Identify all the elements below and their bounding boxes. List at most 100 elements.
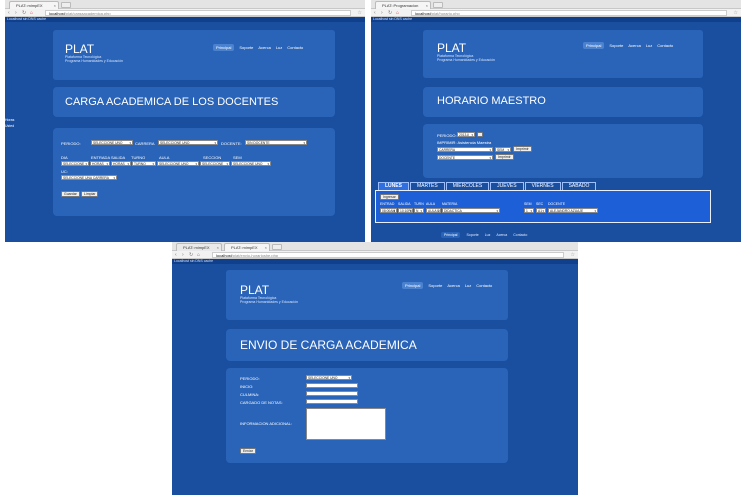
imprimir-label: IMPRIMIR: Asistencia Maestra: [437, 140, 492, 145]
nav-contacto[interactable]: Contacto: [657, 43, 673, 48]
sem-select[interactable]: SELECCIONE UNO: [231, 161, 271, 166]
new-tab-button[interactable]: [61, 2, 71, 8]
enviar-button[interactable]: Enviar: [240, 448, 256, 454]
browser-tab[interactable]: PLAT::mimpEX ×: [9, 1, 59, 9]
nav-acerca[interactable]: Acerca: [447, 283, 459, 288]
browser-tab[interactable]: PLAT::mimpEX ×: [224, 243, 270, 251]
forward-icon[interactable]: ›: [182, 252, 184, 258]
docente-select[interactable]: DOCENTE: [437, 155, 493, 160]
bookmark-star-icon[interactable]: ☆: [571, 252, 575, 258]
home-icon[interactable]: ⌂: [396, 10, 399, 16]
aula-select[interactable]: AULA D: [426, 208, 441, 213]
inicio-field[interactable]: [306, 383, 358, 388]
nav-luz[interactable]: Luz: [646, 43, 652, 48]
turno-select[interactable]: N: [414, 208, 424, 213]
forward-icon[interactable]: ›: [15, 10, 17, 16]
docente-select[interactable]: ALEJANDRO AZUAJE: [548, 208, 598, 213]
col-header: SEM: [524, 202, 532, 206]
footer-nav-luz[interactable]: Luz: [485, 233, 491, 237]
periodo-select[interactable]: SELECCIONE UNO: [91, 140, 133, 145]
col-header-aula: AULA: [159, 155, 170, 160]
nav-principal[interactable]: Principal: [583, 42, 605, 49]
reload-icon[interactable]: ↻: [189, 252, 193, 258]
url-field[interactable]: localhost/plat/cargaacademica.php: [45, 10, 351, 16]
entrada-select[interactable]: 08:00AM: [380, 208, 397, 213]
nav-principal[interactable]: Principal: [402, 282, 424, 289]
close-tab-icon[interactable]: ×: [265, 244, 267, 251]
limpiar-button[interactable]: Limpiar: [81, 191, 99, 197]
docente-select[interactable]: SIN DOCENTE: [245, 140, 307, 145]
url-host: localhost: [216, 253, 232, 258]
aula-select[interactable]: SELECCIONE UNO: [157, 161, 199, 166]
sec-select[interactable]: A1: [536, 208, 546, 213]
salida-select[interactable]: 10:10PM: [398, 208, 413, 213]
nav-luz[interactable]: Luz: [465, 283, 471, 288]
nav-principal[interactable]: Principal: [213, 44, 235, 51]
guardar-button[interactable]: Guardar: [61, 191, 80, 197]
tab-label: PLAT::mimpEX: [16, 3, 43, 8]
entrada-select[interactable]: HORAS: [90, 161, 110, 166]
uc-select[interactable]: SELECCIONE UNA CARRERA: [61, 175, 117, 180]
seccion-select[interactable]: SELECCIONE: [200, 161, 230, 166]
new-tab-button[interactable]: [272, 244, 282, 250]
bookmark-star-icon[interactable]: ☆: [734, 10, 738, 16]
new-tab-button[interactable]: [433, 2, 443, 8]
materia-select[interactable]: DIDACTICA: [442, 208, 500, 213]
browser-tab[interactable]: PLAT::Programacion ×: [375, 1, 431, 9]
nav-acerca[interactable]: Acerca: [628, 43, 640, 48]
nav-soporte[interactable]: Soporte: [609, 43, 623, 48]
periodo-select[interactable]: SELECCIONE UNO: [306, 375, 352, 380]
nav-luz[interactable]: Luz: [276, 45, 282, 50]
back-icon[interactable]: ‹: [8, 10, 10, 16]
brand-title: PLAT: [240, 283, 270, 297]
form-panel: PERIODO: 2013-II IMPRIMIR: Asistencia Ma…: [423, 124, 703, 178]
nav-soporte[interactable]: Soporte: [428, 283, 442, 288]
url-field[interactable]: localhost/plat/envio-horarioshe.php: [212, 252, 564, 258]
col-header-turno: TURNO: [131, 155, 146, 160]
imprimir-docente-button[interactable]: Imprimir: [495, 154, 514, 160]
carrera-select[interactable]: CARRERA: [437, 147, 493, 152]
salida-select[interactable]: HORAS: [111, 161, 131, 166]
brand-title: PLAT: [437, 41, 467, 55]
imprimir-carrera-button[interactable]: Imprimir: [513, 146, 532, 152]
footer-nav-soporte[interactable]: Soporte: [466, 233, 478, 237]
close-tab-icon[interactable]: ×: [426, 2, 428, 9]
browser-tab[interactable]: PLAT::mimpEX ×: [176, 243, 222, 251]
periodo-select[interactable]: 2013-II: [457, 132, 475, 137]
bookmark-star-icon[interactable]: ☆: [358, 10, 362, 16]
home-icon[interactable]: ⌂: [30, 10, 33, 16]
home-icon[interactable]: ⌂: [197, 252, 200, 258]
dia-select[interactable]: SELECCIONE: [61, 161, 89, 166]
sem-select[interactable]: 1: [524, 208, 534, 213]
close-tab-icon[interactable]: ×: [54, 2, 56, 9]
url-field[interactable]: localhost/plat/horario.php: [411, 10, 727, 16]
reload-icon[interactable]: ↻: [388, 10, 392, 16]
back-icon[interactable]: ‹: [175, 252, 177, 258]
carrera-select[interactable]: SELECCIONE UNO: [158, 140, 218, 145]
periodo-go-button[interactable]: [477, 132, 483, 137]
col-header-dia: DIA: [61, 155, 68, 160]
nav-soporte[interactable]: Soporte: [239, 45, 253, 50]
address-bar: ‹ › ↻ ⌂ localhost/plat/horario.php ☆: [371, 9, 741, 17]
browser-tabbar: PLAT::Programacion ×: [371, 0, 741, 9]
close-tab-icon[interactable]: ×: [217, 244, 219, 251]
forward-icon[interactable]: ›: [381, 10, 383, 16]
nav-contacto[interactable]: Contacto: [287, 45, 303, 50]
brand-title: PLAT: [65, 42, 95, 56]
nav-contacto[interactable]: Contacto: [476, 283, 492, 288]
header-panel: PLAT Plataforma Tecnológica Programa Hum…: [226, 270, 508, 320]
footer-nav-contacto[interactable]: Contacto: [513, 233, 527, 237]
nav-acerca[interactable]: Acerca: [258, 45, 270, 50]
ingresar-button[interactable]: Ingresar: [380, 194, 399, 200]
cargado-notas-field[interactable]: [306, 399, 358, 404]
footer-nav-principal[interactable]: Principal: [441, 232, 461, 238]
main-nav: Principal Soporte Acerca Luz Contacto: [402, 282, 492, 289]
back-icon[interactable]: ‹: [374, 10, 376, 16]
sem-select[interactable]: SEM: [495, 147, 511, 152]
col-header: ENTRAD: [380, 202, 395, 206]
turno-select[interactable]: TURNO: [132, 161, 156, 166]
culmina-field[interactable]: [306, 391, 358, 396]
footer-nav-acerca[interactable]: Acerca: [496, 233, 507, 237]
reload-icon[interactable]: ↻: [22, 10, 26, 16]
informacion-adicional-textarea[interactable]: [306, 408, 386, 440]
